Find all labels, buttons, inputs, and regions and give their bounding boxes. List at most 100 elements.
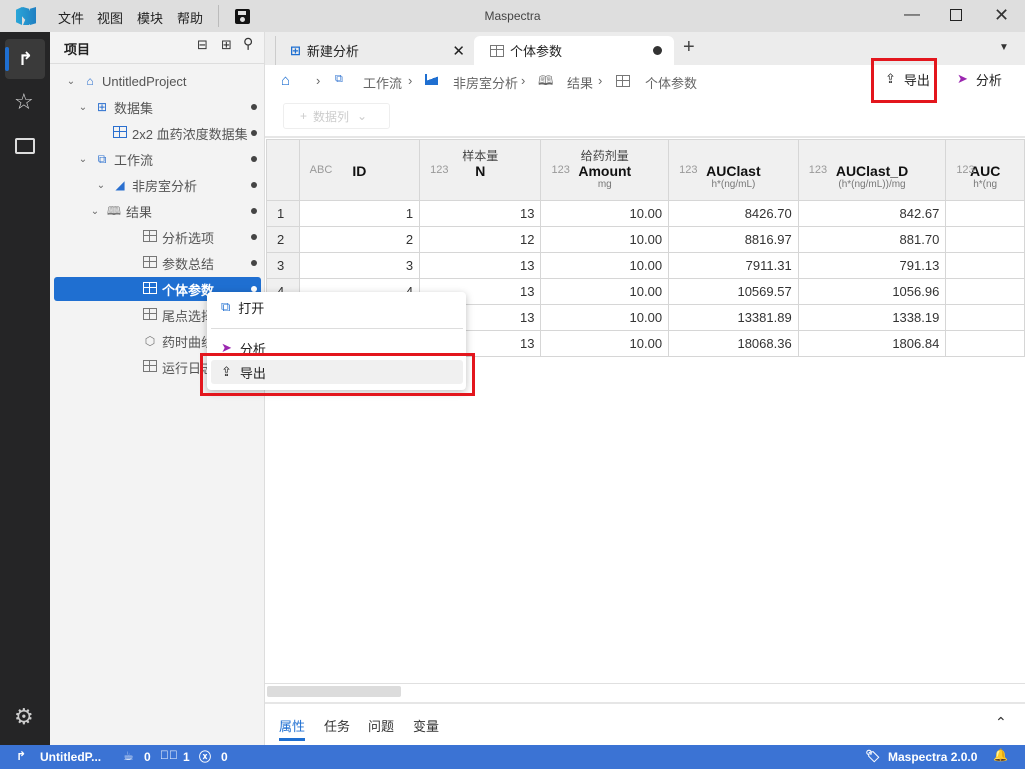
column-label bbox=[675, 147, 792, 163]
panel-tab-variables[interactable]: 变量 bbox=[413, 716, 439, 735]
chevron-down-icon[interactable]: ⌄ bbox=[76, 154, 90, 165]
chevron-down-icon[interactable]: ⌄ bbox=[94, 180, 108, 191]
unsaved-dot-icon[interactable] bbox=[653, 46, 662, 55]
tab-individual-params[interactable]: 个体参数 bbox=[474, 36, 674, 65]
column-header[interactable]: ABC ID bbox=[298, 139, 421, 201]
column-header[interactable]: 123 给药剂量 Amount mg bbox=[540, 139, 670, 201]
panel-expand-chevron-icon[interactable]: ⌃ bbox=[995, 714, 1007, 731]
status-project[interactable]: UntitledP... bbox=[40, 750, 101, 764]
analyze-button[interactable]: ➤ 分析 bbox=[957, 66, 1002, 92]
table-cell[interactable]: 10.00 bbox=[540, 330, 670, 357]
table-cell[interactable] bbox=[945, 330, 1025, 357]
table-icon bbox=[142, 256, 158, 270]
tree-item-label: 非房室分析 bbox=[132, 178, 198, 194]
table-row[interactable]: 1 1 13 10.00 8426.70 842.67 bbox=[266, 200, 1025, 227]
panel-tab-problems[interactable]: 问题 bbox=[368, 716, 394, 735]
maximize-button[interactable] bbox=[950, 9, 962, 21]
star-icon[interactable]: ☆ bbox=[14, 89, 34, 115]
table-cell[interactable] bbox=[945, 200, 1025, 227]
warning-count[interactable]: 0 bbox=[144, 750, 151, 764]
table-cell[interactable]: 8426.70 bbox=[668, 200, 799, 227]
table-cell[interactable]: 2 bbox=[298, 226, 421, 253]
table-cell[interactable]: 10.00 bbox=[540, 252, 670, 279]
tree-item[interactable]: ⌄ ⧉ 工作流 bbox=[54, 147, 261, 171]
version-label[interactable]: Maspectra 2.0.0 bbox=[888, 750, 977, 764]
tree-item[interactable]: ⌄ ⊞ 数据集 bbox=[54, 95, 261, 119]
settings-gear-icon[interactable]: ⚙ bbox=[14, 704, 34, 730]
chart-area-icon: ◢ bbox=[115, 178, 125, 192]
tree-item[interactable]: 参数总结 bbox=[54, 251, 261, 275]
breadcrumb-nca[interactable]: 非房室分析 bbox=[453, 73, 518, 92]
tree-item[interactable]: ⌄ ⌂ UntitledProject bbox=[54, 69, 261, 93]
column-header[interactable]: 123 AUC h*(ng bbox=[945, 139, 1025, 201]
error-circle-icon: ⓧ bbox=[199, 750, 212, 764]
row-number[interactable]: 1 bbox=[266, 200, 300, 227]
context-menu-open[interactable]: ⧉ 打开 bbox=[211, 295, 463, 319]
table-cell[interactable]: 1 bbox=[298, 200, 421, 227]
close-button[interactable]: ✕ bbox=[994, 5, 1009, 26]
menu-item-label: 打开 bbox=[238, 300, 265, 316]
table-cell[interactable]: 7911.31 bbox=[668, 252, 799, 279]
table-cell[interactable]: 10.00 bbox=[540, 200, 670, 227]
table-cell[interactable] bbox=[945, 304, 1025, 331]
table-row[interactable]: 3 3 13 10.00 7911.31 791.13 bbox=[266, 252, 1025, 279]
row-number[interactable]: 2 bbox=[266, 226, 300, 253]
tree-item[interactable]: ⌄ ◢ 非房室分析 bbox=[54, 173, 261, 197]
column-header[interactable]: 123 样本量 N bbox=[419, 139, 542, 201]
table-cell[interactable]: 881.70 bbox=[797, 226, 947, 253]
table-cell[interactable]: 13381.89 bbox=[668, 304, 799, 331]
tree-item[interactable]: 2x2 血药浓度数据集 bbox=[54, 121, 261, 145]
expand-all-icon[interactable]: ⊞ bbox=[221, 37, 232, 53]
table-cell[interactable]: 1056.96 bbox=[797, 278, 947, 305]
check-count[interactable]: 1 bbox=[183, 750, 190, 764]
table-cell[interactable]: 12 bbox=[419, 226, 542, 253]
table-cell[interactable]: 3 bbox=[298, 252, 421, 279]
breadcrumb-workflow[interactable]: 工作流 bbox=[363, 73, 402, 92]
chevron-down-icon[interactable]: ⌄ bbox=[76, 102, 90, 113]
minimize-button[interactable]: — bbox=[904, 6, 920, 24]
horizontal-scrollbar[interactable] bbox=[265, 683, 1025, 699]
chevron-down-icon[interactable]: ⌄ bbox=[88, 206, 102, 217]
home-icon[interactable]: ⌂ bbox=[281, 72, 290, 89]
notification-bell-icon[interactable]: 🔔 bbox=[993, 748, 1008, 762]
scrollbar-thumb[interactable] bbox=[267, 686, 401, 697]
table-cell[interactable]: 10.00 bbox=[540, 226, 670, 253]
table-cell[interactable] bbox=[945, 226, 1025, 253]
data-columns-dropdown[interactable]: + 数据列 ⌄ bbox=[283, 103, 390, 129]
table-cell[interactable]: 1806.84 bbox=[797, 330, 947, 357]
tree-item[interactable]: 分析选项 bbox=[54, 225, 261, 249]
tab-close-icon[interactable]: ✕ bbox=[452, 42, 465, 60]
new-tab-plus-icon[interactable]: + bbox=[683, 36, 695, 59]
table-cell[interactable]: 10.00 bbox=[540, 304, 670, 331]
error-count[interactable]: 0 bbox=[221, 750, 228, 764]
table-cell[interactable]: 1338.19 bbox=[797, 304, 947, 331]
table-cell[interactable] bbox=[945, 252, 1025, 279]
search-icon[interactable]: ⚲ bbox=[243, 35, 253, 52]
tab-list-dropdown-icon[interactable]: ▼ bbox=[999, 42, 1009, 53]
highlight-box bbox=[871, 58, 937, 103]
column-unit: (h*(ng/mL))/mg bbox=[838, 179, 906, 190]
panel-tab-tasks[interactable]: 任务 bbox=[324, 716, 350, 735]
chevron-down-icon[interactable]: ⌄ bbox=[64, 76, 78, 87]
status-dot-icon bbox=[251, 156, 257, 162]
tree-item[interactable]: ⌄ 🕮 结果 bbox=[54, 199, 261, 223]
collapse-all-icon[interactable]: ⊟ bbox=[197, 37, 208, 53]
tab-new-analysis[interactable]: ⊞ 新建分析 ✕ bbox=[275, 36, 475, 65]
table-row[interactable]: 2 2 12 10.00 8816.97 881.70 bbox=[266, 226, 1025, 253]
breadcrumb-results[interactable]: 结果 bbox=[567, 73, 593, 92]
table-cell[interactable]: 791.13 bbox=[797, 252, 947, 279]
column-header[interactable]: 123 AUClast_D (h*(ng/mL))/mg bbox=[797, 139, 947, 201]
table-cell[interactable]: 13 bbox=[419, 252, 542, 279]
table-cell[interactable]: 8816.97 bbox=[668, 226, 799, 253]
table-cell[interactable] bbox=[945, 278, 1025, 305]
table-cell[interactable]: 10569.57 bbox=[668, 278, 799, 305]
activity-project-button[interactable]: ↱ bbox=[5, 39, 45, 79]
table-cell[interactable]: 10.00 bbox=[540, 278, 670, 305]
column-header[interactable]: 123 AUClast h*(ng/mL) bbox=[668, 139, 799, 201]
panel-tab-properties[interactable]: 属性 bbox=[279, 716, 305, 735]
table-cell[interactable]: 13 bbox=[419, 200, 542, 227]
folder-icon[interactable] bbox=[15, 138, 35, 154]
row-number[interactable]: 3 bbox=[266, 252, 300, 279]
table-cell[interactable]: 18068.36 bbox=[668, 330, 799, 357]
table-cell[interactable]: 842.67 bbox=[797, 200, 947, 227]
